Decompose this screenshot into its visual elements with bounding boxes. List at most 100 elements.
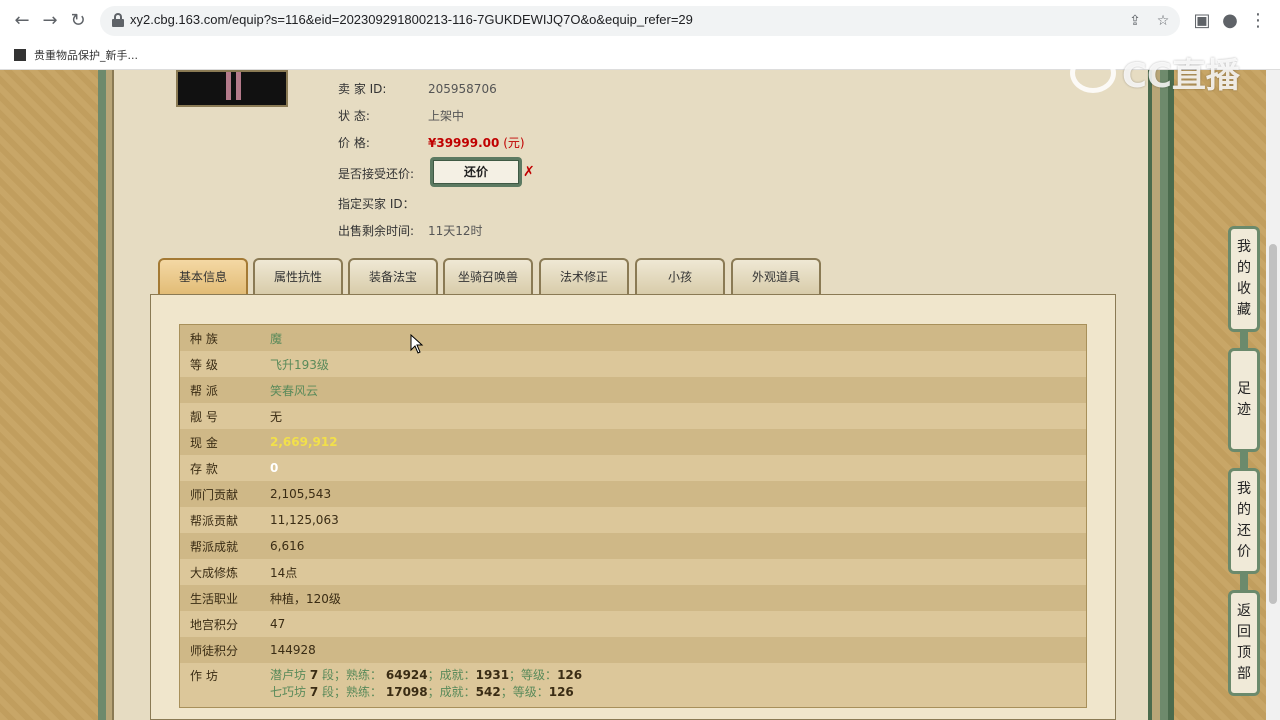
sidepanel-icon[interactable]: ▣ xyxy=(1190,9,1214,33)
table-row: 存 款 0 xyxy=(180,455,1086,481)
workshop-ach-label: ；成就： xyxy=(427,685,476,699)
row-value: 144928 xyxy=(270,643,316,657)
watermark-logo-icon xyxy=(1070,52,1116,93)
status-label: 状 态: xyxy=(338,109,370,123)
table-row: 靓 号 无 xyxy=(180,403,1086,429)
counter-label: 是否接受还价: xyxy=(338,167,415,181)
table-row: 帮派成就 6,616 xyxy=(180,533,1086,559)
share-icon[interactable]: ⇪ xyxy=(1124,10,1146,32)
footprint-button[interactable]: 足迹 xyxy=(1228,348,1260,452)
row-label: 靓 号 xyxy=(190,409,218,424)
seller-id-row: 卖 家 ID: 205958706 xyxy=(338,80,497,97)
lock-icon xyxy=(112,13,124,27)
my-counter-offers-button[interactable]: 我的还价 xyxy=(1228,468,1260,574)
bookmark-item[interactable]: 贵重物品保护_新手... xyxy=(14,47,138,63)
tab-equipment[interactable]: 装备法宝 xyxy=(348,258,438,294)
basic-info-panel: 种 族 魔 等 级 飞升193级 帮 派 笑春风云 靓 号 无 现 金 2,66… xyxy=(150,294,1116,720)
side-connector xyxy=(1240,452,1248,468)
row-value: 2,669,912 xyxy=(270,435,338,449)
character-figure xyxy=(226,72,242,102)
price-value: ¥39999.00 xyxy=(428,136,500,150)
tab-appearance[interactable]: 外观道具 xyxy=(731,258,821,294)
table-row: 地宫积分 47 xyxy=(180,611,1086,637)
table-row: 帮派贡献 11,125,063 xyxy=(180,507,1086,533)
back-icon[interactable]: ← xyxy=(10,9,34,33)
watermark-text: CC直播 xyxy=(1122,56,1240,96)
workshop-row: 作 坊 潜卢坊 7 段；熟练： 64924；成就：1931；等级：126 七巧坊… xyxy=(180,663,1086,707)
bookmark-label: 贵重物品保护_新手... xyxy=(34,49,138,62)
side-connector xyxy=(1240,332,1248,348)
buyer-label: 指定买家 ID： xyxy=(338,197,415,211)
row-value: 飞升193级 xyxy=(270,357,329,372)
stream-watermark: CC直播 xyxy=(1070,48,1240,97)
mouse-cursor-icon xyxy=(410,334,424,354)
tab-mounts-pets[interactable]: 坐骑召唤兽 xyxy=(443,258,533,294)
workshop-skill: 64924 xyxy=(385,668,428,682)
table-row: 生活职业 种植，120级 xyxy=(180,585,1086,611)
row-value: 2,105,543 xyxy=(270,487,332,501)
table-row: 等 级 飞升193级 xyxy=(180,351,1086,377)
url-text[interactable]: xy2.cbg.163.com/equip?s=116&eid=20230929… xyxy=(130,12,693,27)
reload-icon[interactable]: ↻ xyxy=(66,9,90,33)
row-label: 帮 派 xyxy=(190,383,218,398)
menu-icon[interactable]: ⋮ xyxy=(1246,9,1270,33)
counter-offer-label: 还价 xyxy=(433,160,519,184)
my-favorites-label: 我的收藏 xyxy=(1237,239,1251,318)
workshop-level: 7 xyxy=(309,668,319,682)
row-value: 无 xyxy=(270,409,283,424)
table-row: 现 金 2,669,912 xyxy=(180,429,1086,455)
workshop-seg-label: 段；熟练： xyxy=(322,668,383,682)
row-value: 种植，120级 xyxy=(270,591,341,606)
counter-offer-button[interactable]: 还价 xyxy=(430,157,522,187)
row-label: 等 级 xyxy=(190,357,218,372)
time-row: 出售剩余时间: 11天12时 xyxy=(338,222,483,239)
buyer-row: 指定买家 ID： xyxy=(338,195,428,212)
workshop-lvl-label: ；等级： xyxy=(509,668,558,682)
page-scrollbar[interactable] xyxy=(1266,70,1280,720)
table-row: 种 族 魔 xyxy=(180,325,1086,351)
table-row: 师徒积分 144928 xyxy=(180,637,1086,663)
row-label: 生活职业 xyxy=(190,591,239,606)
price-unit: (元) xyxy=(503,136,525,150)
info-table: 种 族 魔 等 级 飞升193级 帮 派 笑春风云 靓 号 无 现 金 2,66… xyxy=(179,324,1087,708)
tab-attributes[interactable]: 属性抗性 xyxy=(253,258,343,294)
row-value: 11,125,063 xyxy=(270,513,339,527)
workshop-lvl: 126 xyxy=(557,668,583,682)
workshop-ach: 542 xyxy=(475,685,501,699)
row-label: 师徒积分 xyxy=(190,643,239,658)
row-label: 帮派成就 xyxy=(190,539,239,554)
profile-icon[interactable]: ● xyxy=(1218,9,1242,33)
workshop-name: 潜卢坊 xyxy=(270,668,307,682)
tab-spell-correction[interactable]: 法术修正 xyxy=(539,258,629,294)
footprint-label: 足迹 xyxy=(1237,381,1251,418)
workshop-level: 7 xyxy=(309,685,319,699)
back-to-top-button[interactable]: 返回顶部 xyxy=(1228,590,1260,696)
table-row: 师门贡献 2,105,543 xyxy=(180,481,1086,507)
my-favorites-button[interactable]: 我的收藏 xyxy=(1228,226,1260,332)
workshop-ach: 1931 xyxy=(475,668,510,682)
address-bar[interactable]: xy2.cbg.163.com/equip?s=116&eid=20230929… xyxy=(100,6,1180,36)
counter-row: 是否接受还价: xyxy=(338,165,428,182)
pin-icon: ✗ xyxy=(523,164,535,180)
time-label: 出售剩余时间: xyxy=(338,224,415,238)
rail-decoration xyxy=(1148,70,1152,720)
seller-id-label: 卖 家 ID: xyxy=(338,82,387,96)
row-value: 0 xyxy=(270,461,279,475)
star-icon[interactable]: ☆ xyxy=(1152,10,1174,32)
forward-icon[interactable]: → xyxy=(38,9,62,33)
workshop-name: 七巧坊 xyxy=(270,685,307,699)
workshop-value: 潜卢坊 7 段；熟练： 64924；成就：1931；等级：126 七巧坊 7 段… xyxy=(270,667,582,701)
character-image xyxy=(176,70,288,107)
workshop-ach-label: ；成就： xyxy=(427,668,476,682)
row-value: 6,616 xyxy=(270,539,305,553)
tab-basic-info[interactable]: 基本信息 xyxy=(158,258,248,294)
row-value: 47 xyxy=(270,617,286,631)
time-value: 11天12时 xyxy=(428,224,483,238)
workshop-seg-label: 段；熟练： xyxy=(322,685,383,699)
scrollbar-thumb[interactable] xyxy=(1269,244,1277,604)
my-counter-offers-label: 我的还价 xyxy=(1237,481,1251,560)
back-to-top-label: 返回顶部 xyxy=(1237,603,1251,682)
status-row: 状 态: 上架中 xyxy=(338,107,464,124)
tab-children[interactable]: 小孩 xyxy=(635,258,725,294)
rail-decoration xyxy=(1168,70,1174,720)
